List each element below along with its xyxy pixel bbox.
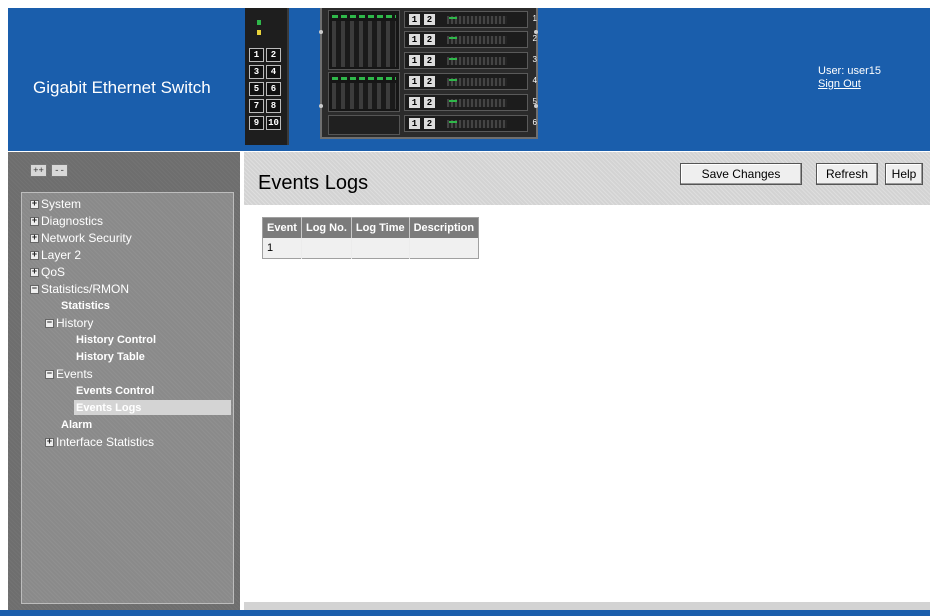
nav-item-label: Layer 2 — [41, 248, 82, 262]
events-logs-table: Event Log No. Log Time Description 1 — [262, 217, 480, 259]
expand-icon[interactable]: + — [30, 267, 39, 277]
nav-item-label: Statistics — [61, 300, 110, 312]
nav-item-label: History — [56, 316, 94, 330]
blade-module: 1 2 3 — [404, 52, 537, 69]
nav-item-qos[interactable]: + QoS — [30, 265, 65, 279]
blade-module: 1 2 2 — [404, 31, 537, 48]
blade-module: 1 2 4 — [404, 73, 537, 90]
port-icon: 7 — [249, 99, 264, 113]
app-title: Gigabit Ethernet Switch — [33, 78, 211, 97]
chassis-psu — [328, 115, 400, 135]
table-cell-log-no — [301, 238, 352, 258]
chassis-bay — [328, 10, 400, 70]
nav-item-label: QoS — [41, 265, 66, 279]
port-icon: 2 — [266, 48, 281, 62]
column-header-description: Description — [409, 217, 479, 238]
port-pair: 5 6 — [249, 82, 283, 96]
status-led-yellow — [257, 30, 261, 35]
status-led-green — [257, 20, 261, 25]
nav-item-system[interactable]: + System — [30, 197, 81, 211]
sign-out-link[interactable]: Sign Out — [818, 78, 861, 90]
expand-all-button[interactable]: ++ — [30, 164, 47, 177]
save-changes-button[interactable]: Save Changes — [680, 163, 802, 185]
port-pair: 1 2 — [249, 48, 283, 62]
table-row: 1 — [262, 238, 479, 258]
table-header-row: Event Log No. Log Time Description — [262, 217, 479, 238]
refresh-button[interactable]: Refresh — [816, 163, 878, 185]
switch-chassis-image: 1 2 1 1 2 2 1 2 3 1 2 4 1 2 5 1 2 6 — [319, 8, 538, 139]
port-icon: 4 — [266, 65, 281, 79]
nav-item-history-table[interactable]: History Table — [76, 350, 145, 364]
page-title: Events Logs — [258, 172, 369, 194]
column-header-log-time: Log Time — [351, 217, 410, 238]
nav-item-layer-2[interactable]: + Layer 2 — [30, 248, 81, 262]
collapse-icon[interactable]: − — [30, 284, 39, 294]
port-pair: 7 8 — [249, 99, 283, 113]
nav-item-interface-statistics[interactable]: + Interface Statistics — [45, 435, 154, 449]
help-button[interactable]: Help — [885, 163, 923, 185]
user-label: User: user15 — [818, 65, 881, 77]
main-footer-bar — [244, 602, 930, 610]
port-pair: 9 10 — [249, 116, 283, 130]
column-header-log-no: Log No. — [301, 217, 352, 238]
collapse-icon[interactable]: − — [45, 369, 54, 379]
port-icon: 1 — [249, 48, 264, 62]
port-icon: 3 — [249, 65, 264, 79]
nav-item-label: History Control — [76, 334, 157, 346]
bottom-border — [0, 610, 930, 616]
port-icon: 5 — [249, 82, 264, 96]
column-header-event: Event — [262, 217, 302, 238]
collapse-icon[interactable]: − — [45, 318, 54, 328]
header-banner: Gigabit Ethernet Switch 1 2 3 4 5 6 7 8 … — [8, 8, 930, 151]
nav-item-history-control[interactable]: History Control — [76, 333, 156, 347]
blade-module: 1 2 6 — [404, 115, 537, 132]
expand-icon[interactable]: + — [30, 250, 39, 260]
navigation-panel: ++ -- + System + Diagnostics + Network S… — [8, 152, 240, 610]
chassis-bay — [328, 72, 400, 112]
expand-icon[interactable]: + — [30, 199, 39, 209]
nav-item-label: Events Control — [76, 385, 155, 397]
expand-icon[interactable]: + — [45, 437, 54, 447]
nav-item-events[interactable]: − Events — [45, 367, 93, 381]
switch-port-panel-image: 1 2 3 4 5 6 7 8 9 10 — [245, 8, 289, 145]
port-icon: 9 — [249, 116, 264, 130]
chassis-handle-icon — [319, 104, 323, 108]
expand-icon[interactable]: + — [30, 233, 39, 243]
port-pair: 3 4 — [249, 65, 283, 79]
nav-item-label: Interface Statistics — [56, 435, 155, 449]
nav-item-label: Events Logs — [76, 401, 142, 414]
nav-item-statistics-rmon[interactable]: − Statistics/RMON — [30, 282, 129, 296]
nav-item-label: Network Security — [41, 231, 132, 245]
blade-module: 1 2 1 — [404, 11, 537, 28]
main-content — [244, 205, 930, 602]
collapse-all-button[interactable]: -- — [51, 164, 68, 177]
nav-item-events-control[interactable]: Events Control — [76, 384, 154, 398]
nav-item-label: Alarm — [61, 419, 93, 431]
chassis-handle-icon — [319, 30, 323, 34]
nav-item-events-logs[interactable]: Events Logs — [74, 400, 231, 415]
expand-icon[interactable]: + — [30, 216, 39, 226]
port-icon: 10 — [266, 116, 281, 130]
port-icon: 6 — [266, 82, 281, 96]
port-icon: 8 — [266, 99, 281, 113]
nav-item-label: History Table — [76, 351, 145, 363]
nav-item-diagnostics[interactable]: + Diagnostics — [30, 214, 103, 228]
nav-item-label: Statistics/RMON — [41, 282, 130, 296]
nav-item-label: Events — [56, 367, 93, 381]
table-cell-log-time — [351, 238, 410, 258]
nav-item-network-security[interactable]: + Network Security — [30, 231, 132, 245]
table-cell-description — [409, 238, 479, 258]
nav-item-history[interactable]: − History — [45, 316, 93, 330]
nav-item-label: System — [41, 197, 82, 211]
nav-item-alarm[interactable]: Alarm — [61, 418, 92, 432]
left-margin — [0, 0, 8, 616]
blade-module: 1 2 5 — [404, 94, 537, 111]
nav-item-statistics[interactable]: Statistics — [61, 299, 110, 313]
table-cell-event: 1 — [262, 238, 302, 258]
nav-item-label: Diagnostics — [41, 214, 104, 228]
main-toolbar: Events Logs Save Changes Refresh Help — [244, 152, 930, 205]
